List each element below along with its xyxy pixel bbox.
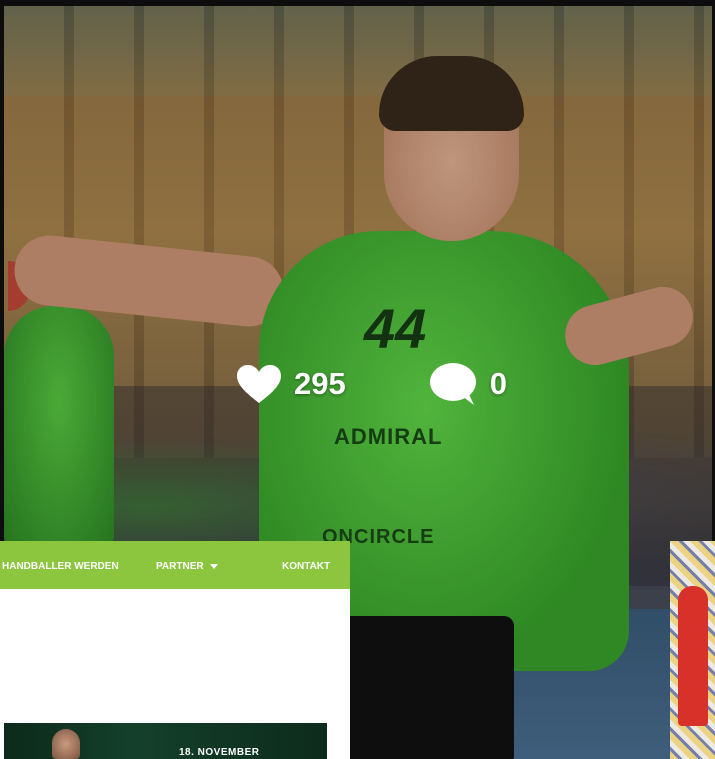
- comments-count: 0: [489, 366, 507, 401]
- comment-bubble-icon: [429, 363, 476, 405]
- caret-down-icon: [209, 563, 218, 569]
- goalkeeper: [678, 586, 708, 726]
- nav-item-partner[interactable]: PARTNER: [156, 561, 218, 572]
- likes-stat[interactable]: 295: [236, 364, 346, 404]
- nav-item-label: PARTNER: [156, 561, 204, 572]
- website-preview: HANDBALLER WERDEN PARTNER KONTAKT 18. NO…: [0, 541, 350, 759]
- post-stats: 295 0: [236, 362, 507, 406]
- site-navbar: HANDBALLER WERDEN PARTNER KONTAKT: [0, 541, 350, 589]
- banner-person: [52, 729, 80, 759]
- adjacent-post-thumbnail[interactable]: [670, 541, 715, 759]
- heart-icon: [237, 365, 281, 403]
- nav-item-kontakt[interactable]: KONTAKT: [282, 561, 330, 572]
- banner-date: 18. NOVEMBER: [179, 747, 260, 758]
- nav-item-handballer-werden[interactable]: HANDBALLER WERDEN: [2, 561, 119, 572]
- event-banner[interactable]: 18. NOVEMBER: [4, 723, 327, 759]
- comments-stat[interactable]: 0: [428, 362, 507, 406]
- likes-count: 295: [294, 366, 346, 401]
